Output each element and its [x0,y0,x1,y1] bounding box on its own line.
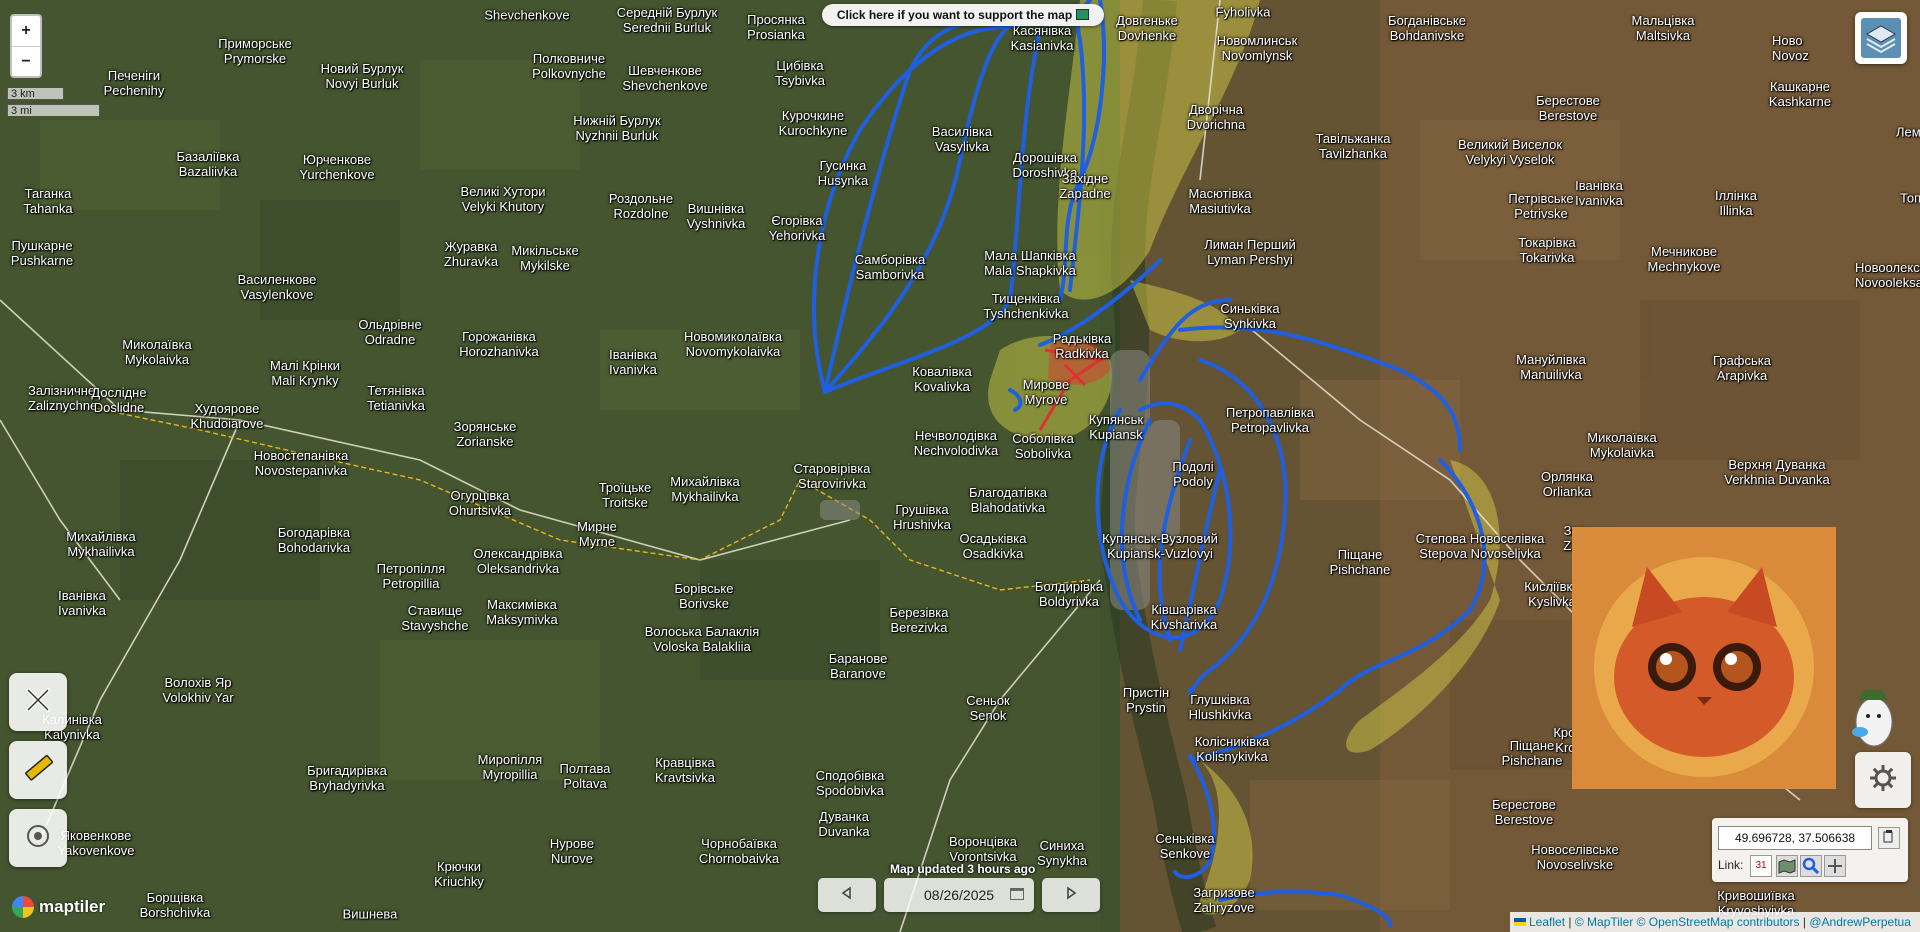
x-logo-icon [25,687,51,718]
map-icon [1076,9,1090,20]
maptiler-logo[interactable]: maptiler [12,896,105,918]
zoom-out-button[interactable]: − [12,46,40,77]
link-map-button[interactable] [1776,855,1798,877]
mascot-image [1848,682,1896,750]
coordinates-input[interactable] [1718,826,1872,850]
update-status: Map updated 3 hours ago [890,862,1036,876]
layers-button[interactable] [1855,12,1907,64]
cat-artwork-image [1572,527,1836,789]
zoom-control: + − [10,14,42,78]
attribution-separator: | [1568,915,1572,929]
gear-icon [1868,763,1898,798]
measure-button[interactable] [9,741,67,799]
satellite-map[interactable] [0,0,1920,932]
search-icon [1801,857,1821,880]
leaflet-link[interactable]: Leaflet [1529,915,1565,929]
calendar-icon [1010,888,1024,900]
locate-button[interactable] [9,809,67,867]
link-zoom-button[interactable] [1800,855,1822,877]
date-navigator: 08/26/2025 [818,878,1104,912]
author-link[interactable]: @AndrewPerpetua [1809,915,1911,929]
attribution-separator: | [1802,915,1806,929]
arrow-left-icon [840,885,854,905]
date-input[interactable]: 08/26/2025 [884,878,1034,912]
coordinates-panel: Link: 31 [1712,818,1908,882]
maptiler-icon [12,896,34,918]
previous-day-button[interactable] [818,878,876,912]
scale-imperial: 3 mi [7,104,100,117]
settings-button[interactable] [1855,752,1911,808]
link-date-button[interactable]: 31 [1750,855,1772,877]
ruler-icon [21,751,55,790]
ukraine-flag-icon [1514,918,1526,926]
osm-link[interactable]: © OpenStreetMap contributors [1637,915,1800,929]
crosshair-icon [1825,859,1845,880]
date-value: 08/26/2025 [924,887,995,903]
link-center-button[interactable] [1824,855,1846,877]
target-icon [24,822,52,855]
zoom-in-button[interactable]: + [12,16,40,46]
support-banner-text[interactable]: Click here if you want to support the ma… [837,8,1072,22]
scale-metric: 3 km [7,88,64,100]
attribution: Leaflet | © MapTiler © OpenStreetMap con… [1510,912,1920,932]
x-social-button[interactable] [9,673,67,731]
link-label: Link: [1718,858,1744,872]
maptiler-text: maptiler [39,897,106,916]
maptiler-link[interactable]: © MapTiler [1575,915,1633,929]
copy-button[interactable] [1878,827,1900,849]
support-banner[interactable]: Click here if you want to support the ma… [822,4,1104,26]
map-link-icon [1777,859,1797,880]
arrow-right-icon [1064,885,1078,905]
copy-icon [1883,829,1895,848]
layers-icon [1861,18,1901,58]
next-day-button[interactable] [1042,878,1100,912]
calendar-icon: 31 [1755,860,1767,871]
